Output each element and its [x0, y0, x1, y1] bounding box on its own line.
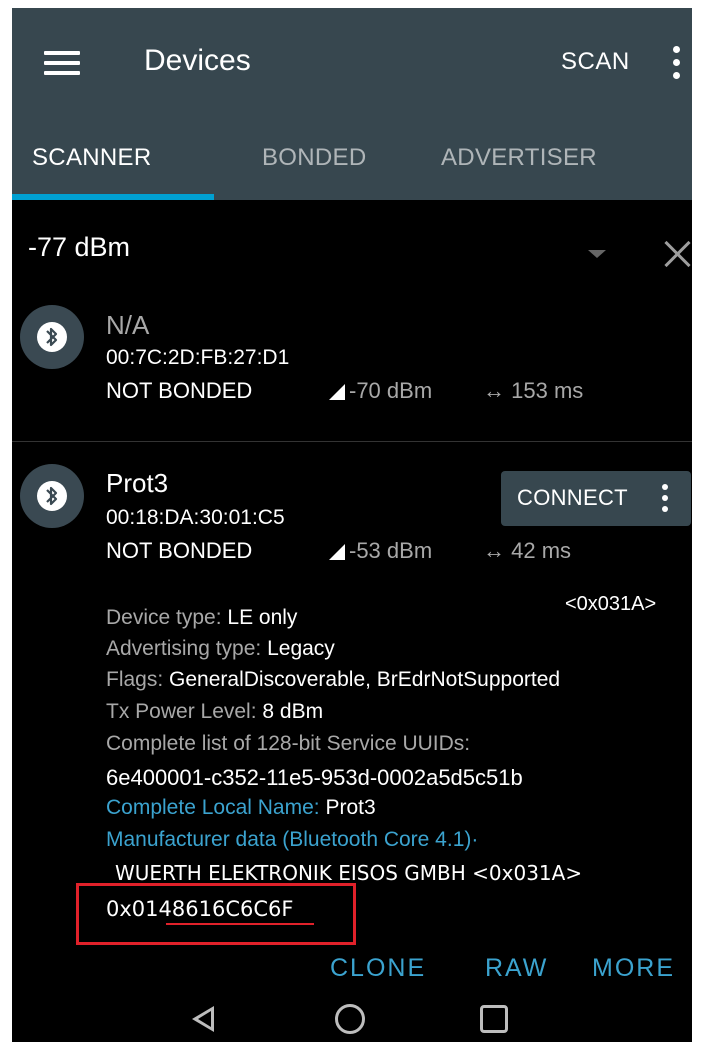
detail-key: Device type: — [106, 606, 228, 629]
signal-icon — [329, 384, 345, 400]
rssi-value: -53 dBm — [349, 538, 433, 563]
bond-state: NOT BONDED — [106, 378, 253, 403]
page-title: Devices — [144, 44, 251, 77]
tx-power-line: Tx Power Level: 8 dBm — [106, 700, 323, 724]
detail-value: LE only — [227, 606, 298, 629]
detail-key: Complete Local Name: — [106, 796, 326, 819]
detail-value: Prot3 — [325, 796, 376, 819]
device-name: Prot3 — [106, 468, 169, 498]
detail-key: Flags: — [106, 668, 170, 691]
signal-icon — [329, 544, 345, 560]
manufacturer-id: <0x031A> — [565, 593, 657, 615]
advertising-type-line: Advertising type: Legacy — [106, 637, 335, 661]
bond-state: NOT BONDED — [106, 538, 253, 563]
tab-bonded[interactable]: BONDED — [262, 144, 366, 172]
manufacturer-data-label: Manufacturer data (Bluetooth Core 4.1)· — [106, 828, 479, 851]
close-icon[interactable] — [664, 240, 692, 268]
more-vert-icon[interactable] — [672, 46, 680, 82]
device-address: 00:7C:2D:FB:27:D1 — [106, 346, 290, 369]
divider — [12, 441, 692, 442]
detail-value: GeneralDiscoverable, BrEdrNotSupported — [169, 668, 561, 691]
rssi-filter-label[interactable]: -77 dBm — [28, 232, 130, 263]
connect-label: CONNECT — [517, 485, 628, 510]
menu-icon[interactable] — [44, 51, 80, 75]
bluetooth-icon — [20, 305, 84, 369]
local-name-line: Complete Local Name: Prot3 — [106, 796, 376, 820]
uuids-label: Complete list of 128-bit Service UUIDs: — [106, 732, 471, 755]
flags-line: Flags: GeneralDiscoverable, BrEdrNotSupp… — [106, 668, 560, 692]
scan-button[interactable]: SCAN — [561, 48, 630, 76]
detail-key: Tx Power Level: — [106, 700, 263, 723]
interval-text: 42 ms — [511, 538, 572, 563]
home-icon[interactable] — [335, 1004, 365, 1034]
tab-indicator — [12, 194, 214, 200]
phone-screen: Devices SCAN SCANNER BONDED ADVERTISER -… — [12, 8, 692, 1042]
manufacturer-name: WUERTH ELEKTRONIK EISOS GMBH <0x031A> — [115, 861, 583, 885]
more-vert-icon[interactable] — [662, 484, 668, 514]
rssi-value: -70 dBm — [349, 378, 433, 403]
more-button[interactable]: MORE — [592, 954, 675, 983]
raw-button[interactable]: RAW — [485, 954, 548, 983]
bluetooth-icon — [20, 464, 84, 528]
recent-apps-icon[interactable] — [480, 1005, 508, 1033]
app-bar: Devices SCAN SCANNER BONDED ADVERTISER — [12, 8, 692, 200]
device-type-line: Device type: LE only — [106, 606, 297, 630]
device-name: N/A — [106, 310, 150, 340]
detail-value: Legacy — [267, 637, 335, 660]
detail-value: 8 dBm — [262, 700, 324, 723]
tab-advertiser[interactable]: ADVERTISER — [441, 144, 597, 172]
connect-button[interactable]: CONNECT — [501, 471, 691, 526]
dropdown-arrow-icon[interactable] — [588, 250, 606, 258]
clone-button[interactable]: CLONE — [330, 954, 426, 983]
interval-value: ↔ 42 ms — [483, 538, 572, 563]
device-address: 00:18:DA:30:01:C5 — [106, 506, 285, 529]
interval-value: ↔ 153 ms — [483, 378, 584, 403]
underline-annotation — [166, 923, 314, 925]
detail-key: Advertising type: — [106, 637, 268, 660]
interval-text: 153 ms — [511, 378, 584, 403]
uuids-value: 6e400001-c352-11e5-953d-0002a5d5c51b — [106, 765, 523, 790]
back-icon-inner — [198, 1011, 211, 1027]
tab-scanner[interactable]: SCANNER — [32, 144, 151, 172]
highlight-annotation — [76, 883, 356, 945]
